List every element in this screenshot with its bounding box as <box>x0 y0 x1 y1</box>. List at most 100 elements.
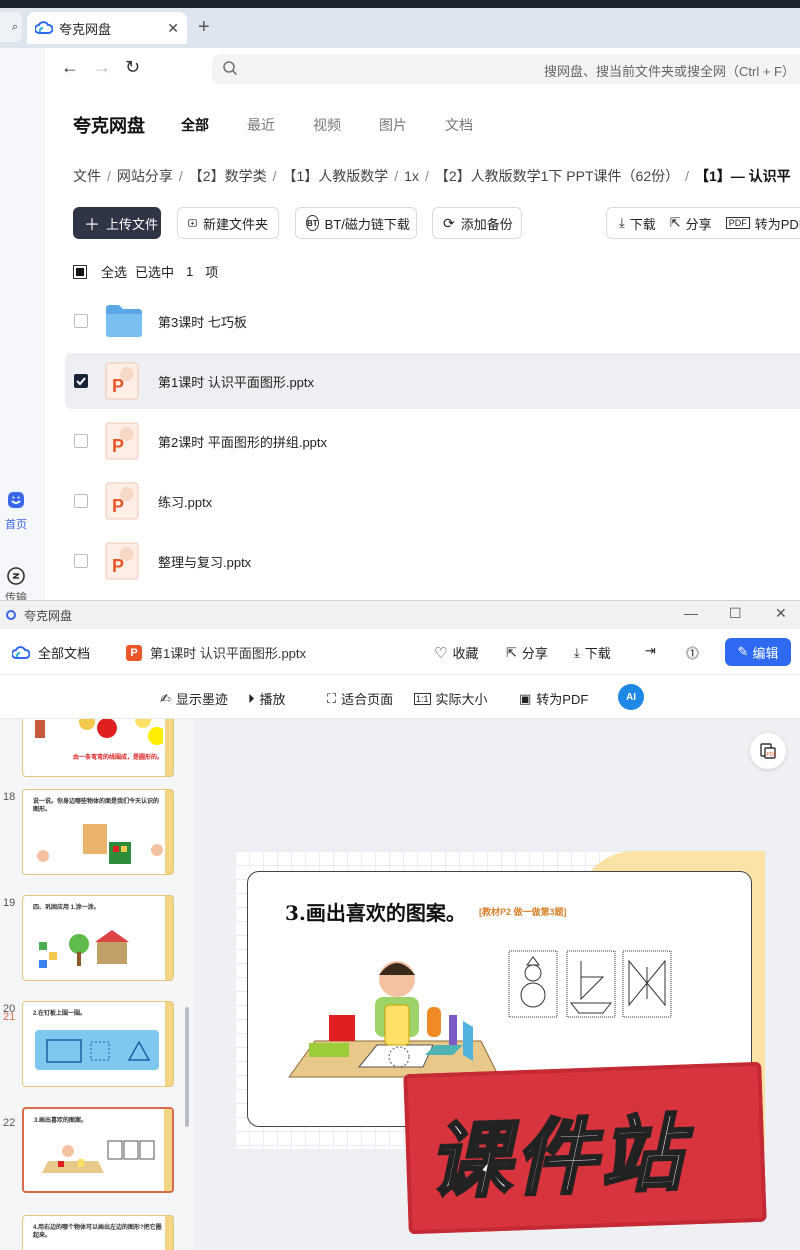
play-button[interactable]: ⏵ 播放 <box>248 689 286 708</box>
favorite-button[interactable]: ♡ 收藏 <box>434 643 478 662</box>
thumbnail-scrollbar[interactable] <box>185 1007 189 1127</box>
new-folder-button[interactable]: 新建文件夹 <box>177 207 279 239</box>
slide-note: [教材P2 做一做第3题] <box>479 907 567 917</box>
address-placeholder: 搜网盘、搜当前文件夹或搜全网（Ctrl + F） <box>544 64 795 79</box>
folder-plus-icon <box>188 219 197 227</box>
favorite-label: 收藏 <box>452 646 479 661</box>
svg-text:P: P <box>112 436 124 456</box>
thumb-text: 2.在钉板上围一围。 <box>33 1011 87 1017</box>
feedback-icon[interactable]: ⓵ <box>686 643 699 662</box>
breadcrumb-item[interactable]: 网站分享 <box>117 168 173 184</box>
minimize-icon[interactable]: — <box>684 605 698 621</box>
row-checkbox[interactable] <box>74 494 88 508</box>
ai-assistant-button[interactable]: AI <box>618 684 644 710</box>
row-checkbox[interactable] <box>74 434 88 448</box>
plus-icon: ＋ <box>84 217 101 234</box>
file-row[interactable]: 第3课时 七巧板 <box>65 293 800 349</box>
close-window-icon[interactable]: ✕ <box>775 605 787 622</box>
bt-download-button[interactable]: BT BT/磁力链下载 <box>295 207 417 239</box>
refresh-icon[interactable]: ↻ <box>125 57 140 78</box>
thumb-text: 由一条弯弯的线围成，是圆形的。 <box>73 755 164 761</box>
file-row[interactable]: P 整理与复习.pptx <box>65 533 800 589</box>
forward-arrow-icon[interactable]: → <box>93 57 111 78</box>
new-tab-button[interactable]: + <box>198 16 210 39</box>
edit-button[interactable]: ✎ 编辑 <box>725 638 791 666</box>
thumb-number: 19 <box>3 897 16 909</box>
play-label: 播放 <box>259 692 286 707</box>
row-checkbox-checked[interactable] <box>74 374 88 388</box>
rail-home[interactable]: 首页 <box>4 490 28 532</box>
thumb-text: 3.画出喜欢的图案。 <box>34 1118 88 1124</box>
svg-text:P: P <box>112 376 124 396</box>
fit-page-icon: ⛶ <box>327 690 337 706</box>
all-documents-button[interactable]: 全部文档 <box>12 643 90 662</box>
file-row[interactable]: P 第2课时 平面图形的拼组.pptx <box>65 413 800 469</box>
breadcrumb-item[interactable]: 【2】人教版数学1下 PPT课件（62份） <box>435 168 679 184</box>
nav-recent[interactable]: 最近 <box>247 115 275 135</box>
nav-all[interactable]: 全部 <box>181 115 209 135</box>
close-tab-icon[interactable]: ✕ <box>167 20 179 37</box>
transfer-icon <box>7 567 25 585</box>
actual-size-button[interactable]: 1:1 实际大小 <box>414 689 488 708</box>
row-checkbox[interactable] <box>74 554 88 568</box>
file-name: 整理与复习.pptx <box>158 554 252 570</box>
actual-size-icon: 1:1 <box>414 692 431 705</box>
upload-button[interactable]: ＋ 上传文件 <box>73 207 161 239</box>
file-name: 第3课时 七巧板 <box>158 314 247 330</box>
pptx-file-icon: P <box>105 482 139 520</box>
ppt-icon: P <box>126 644 142 661</box>
breadcrumb-item[interactable]: 文件 <box>73 168 101 184</box>
add-backup-button[interactable]: ⟳ 添加备份 <box>432 207 522 239</box>
select-all-checkbox[interactable] <box>73 264 87 279</box>
pdf-icon: PDF <box>725 217 750 229</box>
slide-thumbnail[interactable]: 四、巩固应用 1.涂一涂。 <box>22 895 174 981</box>
svg-text:PDF: PDF <box>767 752 777 758</box>
thumb-text: 说一说。你身边哪些物体的面是我们今天认识的图形。 <box>33 799 160 813</box>
select-all-label[interactable]: 全选 <box>101 262 127 281</box>
tab-bar: ⌕ 夸克网盘 ✕ + <box>0 8 800 48</box>
tab-previous[interactable]: ⌕ <box>0 12 22 42</box>
back-arrow-icon[interactable]: ← <box>61 57 79 78</box>
open-external-icon[interactable]: ⇥ <box>645 643 656 659</box>
download-button[interactable]: ⤓ 下载 <box>619 214 656 233</box>
search-icon <box>223 61 238 76</box>
slide-thumbnail[interactable]: 由一条弯弯的线围成，是圆形的。 <box>22 719 174 777</box>
slide-title: 3.画出喜欢的图案。 <box>285 901 466 925</box>
convert-pdf-label: 转为PDF <box>536 692 589 707</box>
convert-pdf-button[interactable]: ▣ 转为PDF <box>519 689 588 708</box>
selected-count: 1 <box>186 264 194 279</box>
thumb-illustration <box>37 824 163 864</box>
slide-thumbnail-pane: 由一条弯弯的线围成，是圆形的。 18 说一说。你身边哪些物体的面是我们今天认识的… <box>0 719 194 1250</box>
address-search-input[interactable]: 搜网盘、搜当前文件夹或搜全网（Ctrl + F） <box>212 54 800 84</box>
pptx-file-icon: P <box>105 542 139 580</box>
convert-doc-float-button[interactable]: PDF <box>750 733 786 769</box>
viewer-share-label: 分享 <box>521 646 548 661</box>
nav-bar: ← → ↻ 搜网盘、搜当前文件夹或搜全网（Ctrl + F） <box>45 48 800 90</box>
show-ink-button[interactable]: ✍ 显示墨迹 <box>160 689 228 708</box>
to-pdf-button[interactable]: PDF 转为PDF <box>725 214 800 233</box>
row-checkbox[interactable] <box>74 314 88 328</box>
viewer-download-button[interactable]: ⤓ 下载 <box>574 643 611 662</box>
nav-image[interactable]: 图片 <box>379 115 407 135</box>
nav-document[interactable]: 文档 <box>445 115 473 135</box>
tab-quark-pan[interactable]: 夸克网盘 ✕ <box>27 12 187 44</box>
slide-thumbnail[interactable]: 2.在钉板上围一围。 <box>22 1001 174 1087</box>
actual-size-label: 实际大小 <box>435 692 488 707</box>
thumb-illustration <box>39 930 129 968</box>
maximize-icon[interactable]: ☐ <box>729 605 742 622</box>
cloud-logo-icon <box>12 645 30 659</box>
file-row[interactable]: P 练习.pptx <box>65 473 800 529</box>
slide-thumbnail-active[interactable]: 3.画出喜欢的图案。 <box>22 1107 174 1193</box>
fit-page-button[interactable]: ⛶ 适合页面 <box>327 689 393 708</box>
breadcrumb-item[interactable]: 【2】数学类 <box>189 168 267 184</box>
viewer-download-label: 下载 <box>584 646 611 661</box>
breadcrumb-item[interactable]: 1x <box>404 168 419 184</box>
viewer-share-button[interactable]: ⇱ 分享 <box>506 643 548 662</box>
thumb-illustration <box>42 1140 155 1173</box>
share-button[interactable]: ⇱ 分享 <box>670 214 712 233</box>
slide-thumbnail[interactable]: 4.用右边的哪个物体可以画出左边的图形?把它圈起来。 <box>22 1215 174 1250</box>
breadcrumb-item[interactable]: 【1】人教版数学 <box>282 168 388 184</box>
nav-video[interactable]: 视频 <box>313 115 341 135</box>
slide-thumbnail[interactable]: 说一说。你身边哪些物体的面是我们今天认识的图形。 <box>22 789 174 875</box>
file-row-selected[interactable]: P 第1课时 认识平面图形.pptx <box>65 353 800 409</box>
